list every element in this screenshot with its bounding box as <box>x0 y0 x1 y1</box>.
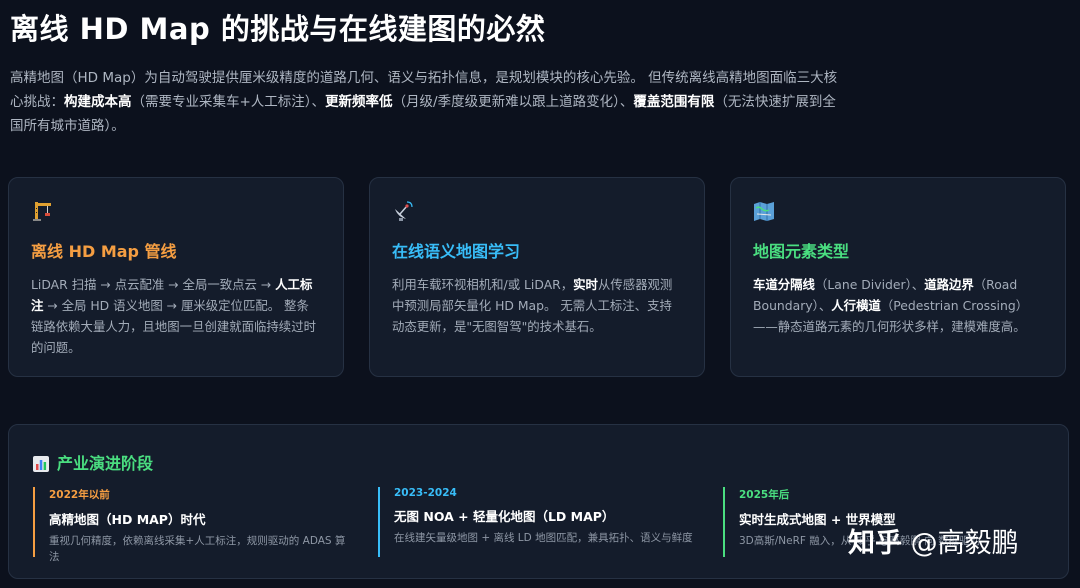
card-title: 地图元素类型 <box>753 242 850 261</box>
phase-name: 无图 NOA + 轻量化地图（LD MAP） <box>394 509 615 524</box>
card-text: LiDAR 扫描 → 点云配准 → 全局一致点云 → <box>31 277 276 292</box>
phase-name: 高精地图（HD MAP）时代 <box>49 512 206 527</box>
card-highlight: 车道分隔线 <box>753 277 815 292</box>
intro-text: （需要专业采集车+人工标注）、 <box>131 94 326 110</box>
bar-chart-icon <box>33 456 49 476</box>
intro-text: （月级/季度级更新难以跟上道路变化）、 <box>392 94 634 110</box>
phase-description: 重视几何精度，依赖离线采集+人工标注，规则驱动的 ADAS 算法 <box>49 535 346 563</box>
card-online-mapping: 在线语义地图学习 利用车载环视相机和/或 LiDAR，实时从传感器观测中预测局部… <box>369 177 705 377</box>
map-icon <box>753 200 775 222</box>
page-title: 离线 HD Map 的挑战与在线建图的必然 <box>10 12 546 46</box>
phase-time: 2025年后 <box>739 489 790 501</box>
card-text: （Lane Divider）、 <box>814 277 925 292</box>
satellite-dish-icon <box>392 200 414 222</box>
zhihu-watermark: 知乎 @高毅鹏 <box>848 521 1019 560</box>
intro-highlight-cost: 构建成本高 <box>64 94 132 110</box>
card-text: 利用车载环视相机和/或 LiDAR， <box>392 277 574 292</box>
watermark-handle: @高毅鹏 <box>910 528 1019 559</box>
intro-highlight-update: 更新频率低 <box>325 94 393 110</box>
card-highlight: 人行横道 <box>831 298 881 313</box>
card-highlight: 道路边界 <box>924 277 974 292</box>
timeline-phase: 2022年以前 高精地图（HD MAP）时代 重视几何精度，依赖离线采集+人工标… <box>33 487 353 563</box>
card-offline-hdmap: 离线 HD Map 管线 LiDAR 扫描 → 点云配准 → 全局一致点云 → … <box>8 177 344 377</box>
card-body: 车道分隔线（Lane Divider）、道路边界（Road Boundary）、… <box>753 274 1043 337</box>
timeline-title: 产业演进阶段 <box>33 450 153 476</box>
phase-description: 在线建矢量级地图 + 离线 LD 地图匹配，兼具拓扑、语义与鲜度 <box>394 532 693 544</box>
watermark-brand: 知乎 <box>848 528 902 559</box>
card-body: 利用车载环视相机和/或 LiDAR，实时从传感器观测中预测局部矢量化 HD Ma… <box>392 274 682 337</box>
card-body: LiDAR 扫描 → 点云配准 → 全局一致点云 → 人工标注 → 全局 HD … <box>31 274 321 358</box>
timeline-title-text: 产业演进阶段 <box>57 454 154 473</box>
construction-crane-icon <box>31 200 53 222</box>
card-title: 离线 HD Map 管线 <box>31 242 177 261</box>
card-highlight: 实时 <box>573 277 598 292</box>
phase-time: 2022年以前 <box>49 489 110 501</box>
timeline-phase: 2023-2024 无图 NOA + 轻量化地图（LD MAP） 在线建矢量级地… <box>378 487 698 557</box>
card-map-elements: 地图元素类型 车道分隔线（Lane Divider）、道路边界（Road Bou… <box>730 177 1066 377</box>
intro-highlight-coverage: 覆盖范围有限 <box>633 94 715 110</box>
phase-time: 2023-2024 <box>394 487 457 499</box>
intro-paragraph: 高精地图（HD Map）为自动驾驶提供厘米级精度的道路几何、语义与拓扑信息，是规… <box>10 66 840 138</box>
card-text: → 全局 HD 语义地图 → 厘米级定位匹配。 整条链路依赖大量人力，且地图一旦… <box>31 298 316 355</box>
card-title: 在线语义地图学习 <box>392 242 521 261</box>
